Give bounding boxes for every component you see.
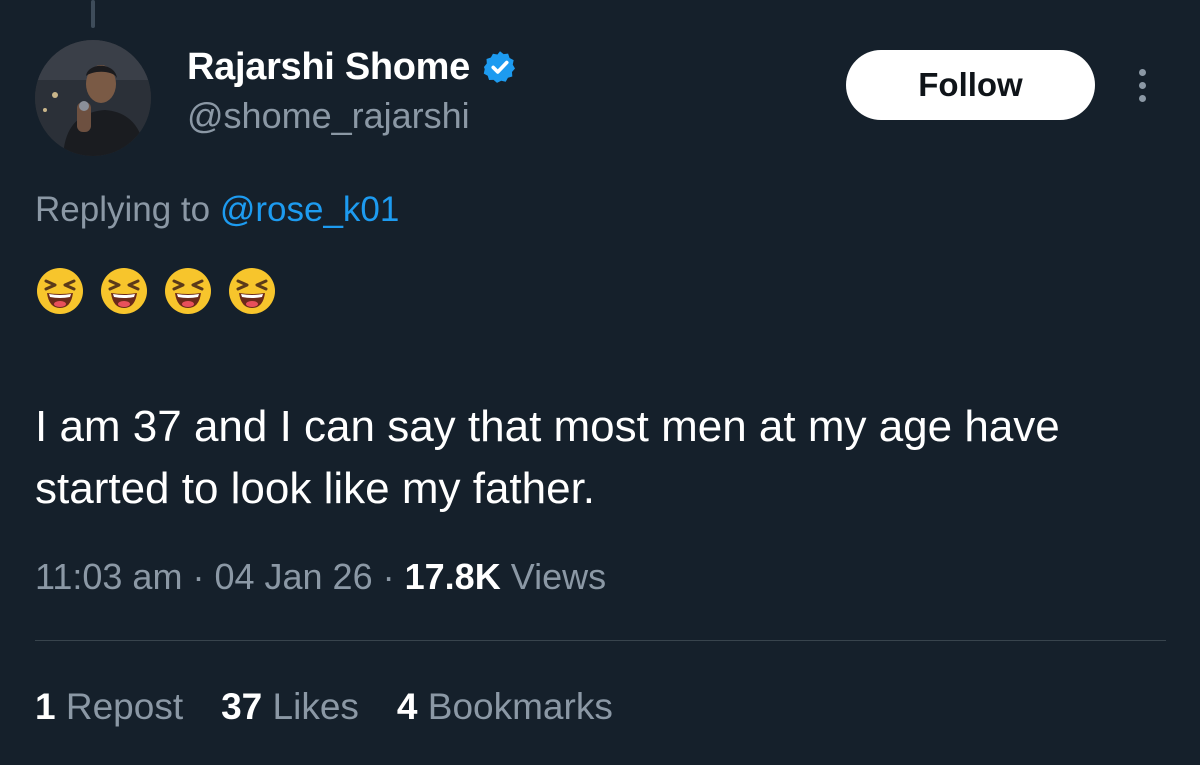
avatar-photo-icon — [35, 40, 151, 156]
author-handle[interactable]: @shome_rajarshi — [187, 95, 470, 137]
emoji-row — [35, 266, 277, 316]
author-name-row: Rajarshi Shome — [187, 44, 518, 90]
reposts-count: 1 — [35, 686, 56, 727]
tweet-text: I am 37 and I can say that most men at m… — [35, 402, 1060, 513]
replying-to-label: Replying to — [35, 190, 220, 229]
likes-label: Likes — [272, 686, 359, 727]
likes-count: 37 — [221, 686, 263, 727]
meta-separator: · — [192, 556, 205, 597]
reposts-stat[interactable]: 1 Repost — [35, 686, 183, 728]
tweet-date[interactable]: 04 Jan 26 — [214, 556, 372, 597]
laughing-face-emoji-icon — [101, 268, 147, 314]
laughing-face-emoji-icon — [37, 268, 83, 314]
engagement-stats: 1 Repost 37 Likes 4 Bookmarks — [35, 686, 613, 728]
avatar[interactable] — [35, 40, 151, 156]
views-count: 17.8K — [404, 556, 501, 597]
more-options-icon[interactable] — [1124, 62, 1160, 108]
author-display-name[interactable]: Rajarshi Shome — [187, 46, 470, 89]
views-label: Views — [510, 556, 607, 597]
tweet-time[interactable]: 11:03 am — [35, 556, 182, 597]
follow-button[interactable]: Follow — [846, 50, 1095, 120]
divider — [35, 640, 1166, 641]
more-dot — [1138, 81, 1146, 89]
tweet-meta: 11:03 am · 04 Jan 26 · 17.8K Views — [35, 556, 606, 598]
more-dot — [1138, 94, 1146, 102]
reposts-label: Repost — [65, 686, 184, 727]
meta-separator: · — [382, 556, 395, 597]
laughing-face-emoji-icon — [229, 268, 275, 314]
replying-to-line: Replying to @rose_k01 — [35, 190, 399, 230]
more-dot — [1138, 68, 1146, 76]
laughing-face-emoji-icon — [165, 268, 211, 314]
likes-stat[interactable]: 37 Likes — [221, 686, 359, 728]
bookmarks-label: Bookmarks — [427, 686, 613, 727]
thread-connector-line — [91, 0, 95, 28]
bookmarks-stat[interactable]: 4 Bookmarks — [397, 686, 613, 728]
bookmarks-count: 4 — [396, 686, 418, 727]
verified-badge-icon — [483, 51, 516, 83]
reply-mention-link[interactable]: @rose_k01 — [220, 190, 400, 229]
